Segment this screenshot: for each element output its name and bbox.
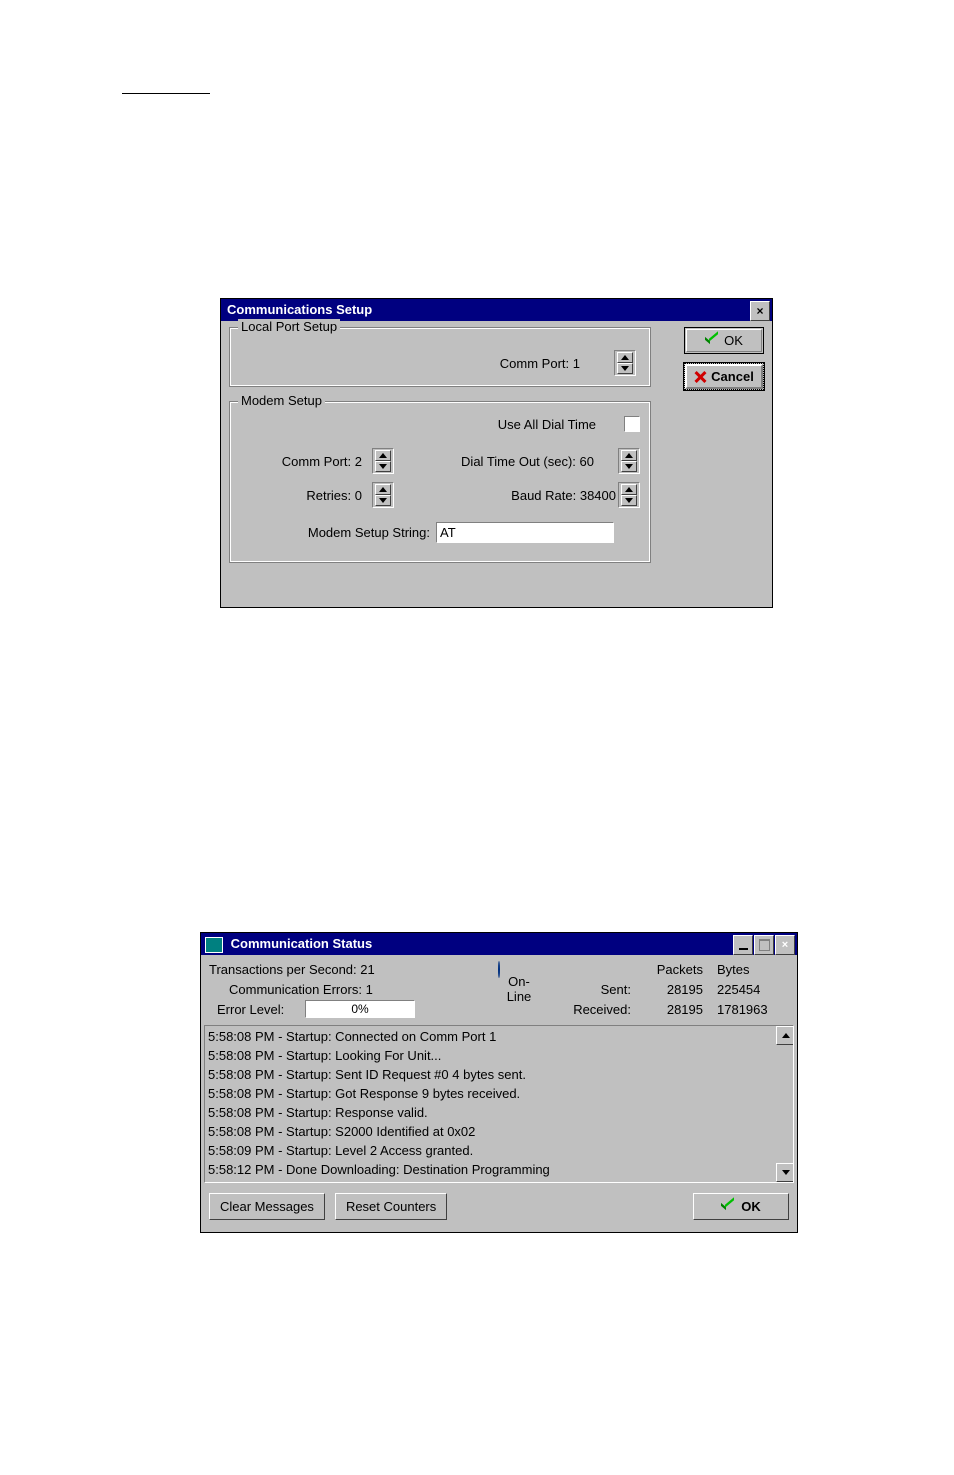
bytes-header: Bytes — [703, 962, 789, 977]
chevron-up-icon — [782, 1033, 790, 1038]
minimize-icon — [739, 948, 748, 950]
log-line: 5:58:08 PM - Startup: Connected on Comm … — [208, 1027, 790, 1046]
horizontal-rule — [122, 93, 210, 94]
error-level-label: Error Level: — [209, 1002, 305, 1017]
communication-status-dialog: Communication Status × Transactions per … — [200, 932, 798, 1233]
check-icon — [705, 335, 719, 347]
check-icon — [721, 1201, 735, 1213]
transactions-per-second-label: Transactions per Second: 21 — [209, 962, 479, 977]
log-line: 5:58:12 PM - Done Downloading: Destinati… — [208, 1160, 790, 1179]
modem-setup-string-input[interactable]: AT — [436, 522, 614, 543]
dialog-titlebar: Communications Setup × — [221, 299, 772, 321]
close-icon: × — [782, 934, 788, 956]
baud-rate-spinner[interactable] — [618, 482, 640, 508]
communication-errors-label: Communication Errors: 1 — [209, 982, 499, 997]
group-legend: Local Port Setup — [238, 319, 340, 334]
button-label: Clear Messages — [220, 1199, 314, 1214]
ok-button[interactable]: OK — [693, 1193, 789, 1220]
local-port-setup-group: Local Port Setup Comm Port: 1 — [229, 327, 651, 387]
received-bytes: 1781963 — [703, 1002, 789, 1017]
dialog-title: Communications Setup — [227, 302, 372, 317]
online-label: On-Line — [499, 974, 539, 1004]
group-legend: Modem Setup — [238, 393, 325, 408]
minimize-button[interactable] — [733, 935, 753, 955]
retries-label: Retries: 0 — [244, 488, 362, 503]
log-line: 5:58:09 PM - Startup: Level 2 Access gra… — [208, 1141, 790, 1160]
packets-header: Packets — [631, 962, 703, 977]
dialog-titlebar: Communication Status × — [201, 933, 797, 955]
cancel-button[interactable]: Cancel — [684, 363, 764, 390]
modem-setup-string-label: Modem Setup String: — [244, 525, 430, 540]
log-line: 5:58:08 PM - Startup: Looking For Unit..… — [208, 1046, 790, 1065]
communications-setup-dialog: Communications Setup × Local Port Setup … — [220, 298, 773, 608]
log-line: 5:58:08 PM - Startup: Sent ID Request #0… — [208, 1065, 790, 1084]
sent-bytes: 225454 — [703, 982, 789, 997]
status-summary-area: Transactions per Second: 21 Packets Byte… — [201, 955, 797, 1025]
button-label: OK — [741, 1199, 761, 1214]
comm-port-spinner[interactable] — [614, 350, 636, 376]
received-label: Received: — [415, 1002, 631, 1017]
error-level-value: 0% — [351, 1002, 368, 1016]
sent-label: Sent: — [539, 982, 631, 997]
modem-comm-port-spinner[interactable] — [372, 448, 394, 474]
use-all-dial-time-checkbox[interactable] — [624, 416, 640, 432]
button-label: Reset Counters — [346, 1199, 436, 1214]
maximize-button — [754, 935, 774, 955]
app-icon — [205, 937, 223, 953]
dial-timeout-spinner[interactable] — [618, 448, 640, 474]
log-line: 5:58:08 PM - Startup: Response valid. — [208, 1103, 790, 1122]
sent-packets: 28195 — [631, 982, 703, 997]
button-label: Cancel — [711, 369, 754, 384]
close-button[interactable]: × — [750, 301, 770, 321]
close-button[interactable]: × — [775, 935, 795, 955]
baud-rate-label: Baud Rate: 38400 — [416, 488, 616, 503]
button-label: OK — [724, 333, 743, 348]
dialog-title: Communication Status — [231, 936, 373, 951]
clear-messages-button[interactable]: Clear Messages — [209, 1193, 325, 1220]
modem-setup-group: Modem Setup Use All Dial Time Comm Port:… — [229, 401, 651, 563]
chevron-down-icon — [782, 1170, 790, 1175]
received-packets: 28195 — [631, 1002, 703, 1017]
log-scrollbar[interactable] — [776, 1026, 793, 1182]
dial-timeout-label: Dial Time Out (sec): 60 — [416, 454, 594, 469]
scroll-up-button[interactable] — [776, 1026, 794, 1045]
close-icon: × — [756, 300, 763, 322]
comm-port-label: Comm Port: 1 — [500, 356, 580, 371]
error-level-bar: 0% — [305, 1000, 415, 1018]
ok-button[interactable]: OK — [684, 327, 764, 354]
scroll-down-button[interactable] — [776, 1163, 794, 1182]
use-all-dial-time-label: Use All Dial Time — [430, 417, 596, 432]
maximize-icon — [759, 939, 770, 951]
log-line: 5:58:08 PM - Startup: Got Response 9 byt… — [208, 1084, 790, 1103]
x-icon — [694, 371, 706, 383]
log-line: 5:58:08 PM - Startup: S2000 Identified a… — [208, 1122, 790, 1141]
modem-comm-port-label: Comm Port: 2 — [244, 454, 362, 469]
retries-spinner[interactable] — [372, 482, 394, 508]
message-log: 5:58:08 PM - Startup: Connected on Comm … — [204, 1025, 794, 1183]
reset-counters-button[interactable]: Reset Counters — [335, 1193, 447, 1220]
